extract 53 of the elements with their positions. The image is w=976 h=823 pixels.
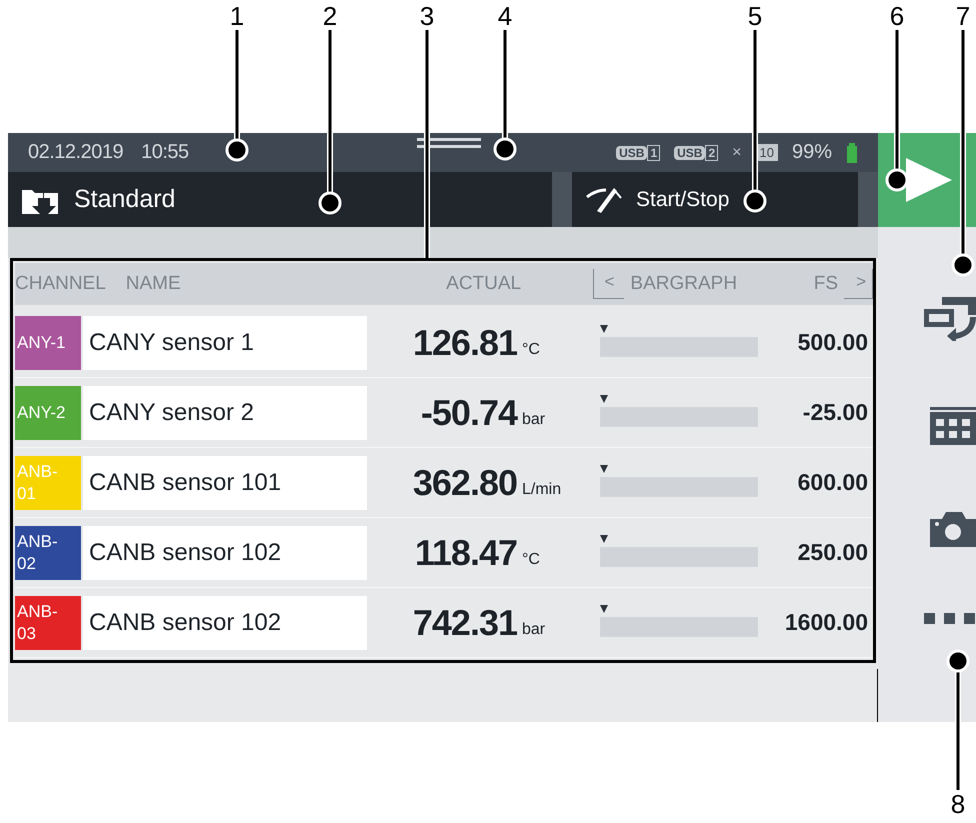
channel-name: CANY sensor 1	[83, 316, 367, 370]
battery-text: 99%	[792, 141, 832, 164]
actual-value: 118.47	[414, 532, 517, 574]
channel-tag: ANB-01	[15, 456, 81, 510]
callout-number: 7	[954, 0, 972, 32]
full-scale-value: 1600.00	[784, 609, 868, 636]
full-scale-value: -25.00	[802, 399, 868, 426]
actual-value: -50.74	[420, 392, 517, 434]
channel-name: CANB sensor 101	[83, 456, 367, 510]
status-mark: ×	[732, 144, 742, 162]
callout-number: 2	[322, 0, 338, 32]
time-text: 10:55	[141, 141, 189, 164]
callout-number: 8	[950, 788, 966, 820]
profile-button[interactable]: Standard	[8, 172, 552, 227]
usb-indicator: USB 2	[674, 144, 718, 160]
unit-text: bar	[521, 620, 546, 638]
callout-number: 1	[228, 0, 246, 32]
column-header: ACTUAL	[446, 273, 522, 295]
full-scale-value: 500.00	[796, 329, 868, 356]
callout-number: 4	[496, 0, 514, 32]
full-scale-value: 600.00	[796, 469, 868, 496]
actual-value: 362.80	[412, 462, 517, 504]
date-text: 02.12.2019	[28, 141, 124, 164]
actual-value: 126.81	[412, 322, 517, 364]
unit-text: °C	[521, 340, 541, 358]
menu-icon[interactable]	[416, 138, 481, 150]
actual-value: 742.31	[412, 602, 517, 644]
channel-tag: ANY-2	[15, 386, 81, 440]
camera-icon[interactable]	[930, 511, 976, 547]
column-header: BARGRAPH	[630, 273, 738, 295]
channel-name: CANB sensor 102	[83, 526, 367, 580]
channel-name: CANY sensor 2	[83, 386, 367, 440]
usb-indicator: USB 1	[616, 144, 660, 160]
window-swap-icon[interactable]	[924, 297, 976, 341]
channel-tag: ANB-03	[15, 596, 81, 650]
start-stop-button[interactable]: Start/Stop	[572, 172, 858, 227]
column-header: CHANNEL	[15, 273, 107, 295]
battery-icon	[846, 142, 858, 162]
grid-icon[interactable]	[930, 407, 976, 445]
channel-name: CANB sensor 102	[83, 596, 367, 650]
callout-number: 5	[746, 0, 764, 32]
play-icon	[904, 156, 954, 204]
channel-tag: ANB-02	[15, 526, 81, 580]
unit-text: L/min	[521, 480, 562, 498]
full-scale-value: 250.00	[796, 539, 868, 566]
unit-text: °C	[521, 550, 541, 568]
column-header: FS	[812, 273, 838, 295]
channel-tag: ANY-1	[15, 316, 81, 370]
callout-number: 6	[888, 0, 906, 32]
unit-text: bar	[521, 410, 546, 428]
column-header: NAME	[126, 273, 182, 295]
callout-number: 3	[418, 0, 436, 32]
more-icon[interactable]	[924, 613, 976, 625]
